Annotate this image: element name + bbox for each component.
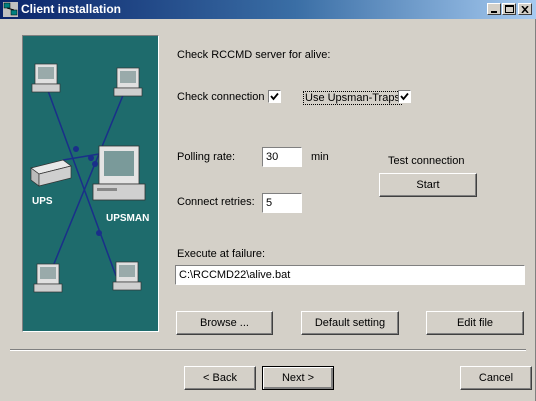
computer-icon <box>112 261 142 291</box>
minimize-icon <box>491 10 497 13</box>
test-connection-label: Test connection <box>388 155 465 167</box>
checkmark-icon <box>270 92 279 101</box>
check-server-heading: Check RCCMD server for alive: <box>177 49 331 61</box>
upsman-traps-checkbox[interactable] <box>398 90 411 103</box>
network-diagram-panel: UPS UPSMAN <box>22 35 159 332</box>
computer-icon <box>31 63 61 93</box>
client-installation-window: Client installation UPS UPSMAN Check RCC… <box>0 0 536 401</box>
app-icon <box>3 2 18 17</box>
maximize-icon <box>504 5 514 13</box>
ups-label: UPS <box>32 196 53 207</box>
separator-highlight <box>10 350 526 351</box>
next-button[interactable]: Next > <box>262 366 334 390</box>
edit-file-button[interactable]: Edit file <box>426 311 524 335</box>
execute-at-failure-label: Execute at failure: <box>177 248 266 260</box>
polling-rate-input[interactable] <box>262 147 302 167</box>
network-diagram <box>30 63 146 293</box>
upsman-label: UPSMAN <box>106 213 150 224</box>
polling-rate-label: Polling rate: <box>177 151 236 163</box>
browse-button[interactable]: Browse ... <box>176 311 273 335</box>
back-button[interactable]: < Back <box>184 366 256 390</box>
default-setting-button[interactable]: Default setting <box>301 311 399 335</box>
close-button[interactable] <box>518 3 532 15</box>
window-title: Client installation <box>21 2 122 16</box>
polling-rate-unit: min <box>311 151 329 163</box>
check-connection-checkbox[interactable] <box>268 90 281 103</box>
computer-icon <box>113 67 143 97</box>
close-icon <box>521 5 529 13</box>
maximize-button[interactable] <box>502 3 516 15</box>
connect-retries-input[interactable] <box>262 193 302 213</box>
ups-icon <box>30 159 72 187</box>
start-button[interactable]: Start <box>379 173 477 197</box>
minimize-button[interactable] <box>487 3 501 15</box>
upsman-traps-label: Use Upsman-Traps <box>303 91 402 105</box>
upsman-computer-icon <box>92 145 146 201</box>
connect-retries-label: Connect retries: <box>177 196 255 208</box>
execute-at-failure-input[interactable] <box>175 265 525 285</box>
title-bar[interactable]: Client installation <box>0 0 536 19</box>
check-connection-label: Check connection <box>177 91 265 103</box>
cancel-button[interactable]: Cancel <box>460 366 532 390</box>
checkmark-icon <box>400 92 409 101</box>
computer-icon <box>33 263 63 293</box>
